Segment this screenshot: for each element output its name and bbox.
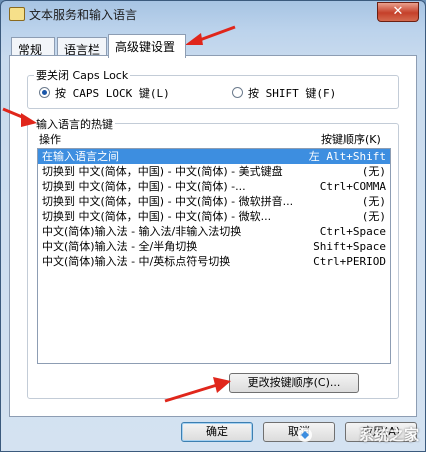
annotation-arrow-change-button-icon <box>164 377 231 403</box>
list-item-action: 在输入语言之间 <box>42 150 119 163</box>
list-item[interactable]: 切换到 中文(简体，中国) - 中文(简体) -... Ctrl+COMMA <box>38 179 390 194</box>
list-item-action: 切换到 中文(简体，中国) - 中文(简体) -... <box>42 180 246 193</box>
list-item-keys: Ctrl+Space <box>319 225 386 238</box>
tab-language-bar[interactable]: 语言栏 <box>57 37 107 57</box>
list-item-action: 中文(简体)输入法 - 全/半角切换 <box>42 240 198 253</box>
tab-advanced-key-settings[interactable]: 高级键设置 <box>108 34 186 58</box>
list-item[interactable]: 切换到 中文(简体，中国) - 中文(简体) - 微软... (无) <box>38 209 390 224</box>
list-item-keys: (无) <box>361 165 386 178</box>
list-item[interactable]: 中文(简体)输入法 - 全/半角切换 Shift+Space <box>38 239 390 254</box>
radio-shift[interactable] <box>232 87 243 98</box>
list-item-keys: Ctrl+PERIOD <box>313 255 386 268</box>
list-item-action: 中文(简体)输入法 - 中/英标点符号切换 <box>42 255 231 268</box>
list-item-action: 切换到 中文(简体，中国) - 中文(简体) - 微软... <box>42 210 272 223</box>
list-item-keys: 左 Alt+Shift <box>308 150 386 163</box>
list-item-keys: Ctrl+COMMA <box>319 180 386 193</box>
annotation-arrow-tab-icon <box>185 25 236 45</box>
radio-caps-lock[interactable] <box>39 87 50 98</box>
watermark-text: 系统之家 <box>358 426 419 444</box>
close-button[interactable]: ✕ <box>377 2 419 22</box>
list-item-action: 中文(简体)输入法 - 输入法/非输入法切换 <box>42 225 242 238</box>
tab-general[interactable]: 常规 <box>11 37 55 57</box>
radio-caps-lock-label[interactable]: 按 CAPS LOCK 键(L) <box>55 85 170 101</box>
list-item[interactable]: 切换到 中文(简体，中国) - 中文(简体) - 微软拼音... (无) <box>38 194 390 209</box>
column-header-action: 操作 <box>39 133 61 146</box>
hotkey-list[interactable]: 在输入语言之间 左 Alt+Shift 切换到 中文(简体，中国) - 中文(简体… <box>37 148 391 364</box>
hotkeys-group-title: 输入语言的热键 <box>34 116 115 132</box>
window-title: 文本服务和输入语言 <box>29 8 138 22</box>
list-item[interactable]: 在输入语言之间 左 Alt+Shift <box>38 149 390 164</box>
list-item-keys: (无) <box>361 210 386 223</box>
dialog-window: 文本服务和输入语言 ✕ 常规 语言栏 高级键设置 要关闭 Caps Lock 按… <box>0 0 426 452</box>
list-item-action: 切换到 中文(简体，中国) - 中文(简体) - 微软拼音... <box>42 195 294 208</box>
annotation-arrow-hotkeys-icon <box>2 107 37 127</box>
ok-button[interactable]: 确定 <box>181 422 253 442</box>
capslock-group: 要关闭 Caps Lock 按 CAPS LOCK 键(L) 按 SHIFT 键… <box>27 67 399 109</box>
list-item-keys: (无) <box>361 195 386 208</box>
list-item-keys: Shift+Space <box>313 240 386 253</box>
column-header-keys: 按键顺序(K) <box>321 133 381 146</box>
app-icon <box>9 7 25 21</box>
capslock-group-title: 要关闭 Caps Lock <box>34 67 131 83</box>
change-key-sequence-button[interactable]: 更改按键顺序(C)... <box>229 373 359 393</box>
list-item[interactable]: 中文(简体)输入法 - 中/英标点符号切换 Ctrl+PERIOD <box>38 254 390 269</box>
list-item[interactable]: 中文(简体)输入法 - 输入法/非输入法切换 Ctrl+Space <box>38 224 390 239</box>
list-item-action: 切换到 中文(简体，中国) - 中文(简体) - 美式键盘 <box>42 165 283 178</box>
watermark-logo-icon <box>298 428 312 442</box>
radio-shift-label[interactable]: 按 SHIFT 键(F) <box>248 85 336 101</box>
list-item[interactable]: 切换到 中文(简体，中国) - 中文(简体) - 美式键盘 (无) <box>38 164 390 179</box>
